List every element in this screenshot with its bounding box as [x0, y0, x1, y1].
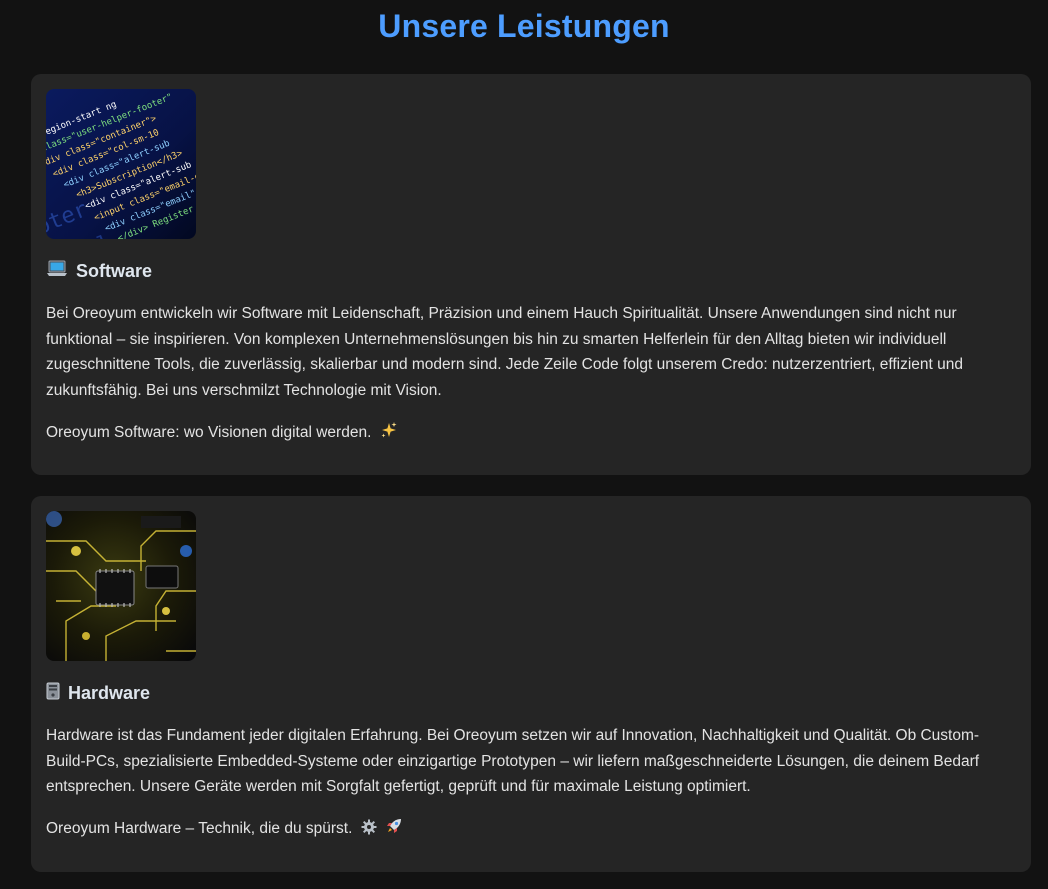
service-tagline-hardware: Oreoyum Hardware – Technik, die du spürs… [46, 816, 1016, 844]
service-card-software: ams-region-start ng v class="user-helper… [31, 74, 1031, 475]
code-screen-image: ams-region-start ng v class="user-helper… [46, 89, 196, 239]
computer-tower-icon [46, 682, 60, 705]
service-card-hardware: Hardware Hardware ist das Fundament jede… [31, 496, 1031, 872]
service-description-software: Bei Oreoyum entwickeln wir Software mit … [46, 305, 964, 399]
page-title: Unsere Leistungen [378, 8, 670, 44]
service-title-hardware: Hardware [46, 682, 150, 705]
service-title-software: Software [46, 260, 152, 283]
services-page: Unsere Leistungen ams-region-start ng v … [0, 0, 1048, 889]
sparkles-icon [380, 421, 398, 448]
circuit-board-image [46, 511, 196, 661]
service-tagline-software: Oreoyum Software: wo Visionen digital we… [46, 420, 1016, 448]
laptop-icon [46, 260, 68, 283]
rocket-icon [385, 817, 403, 844]
service-description-hardware: Hardware ist das Fundament jeder digital… [46, 727, 980, 795]
gear-icon [361, 818, 377, 844]
